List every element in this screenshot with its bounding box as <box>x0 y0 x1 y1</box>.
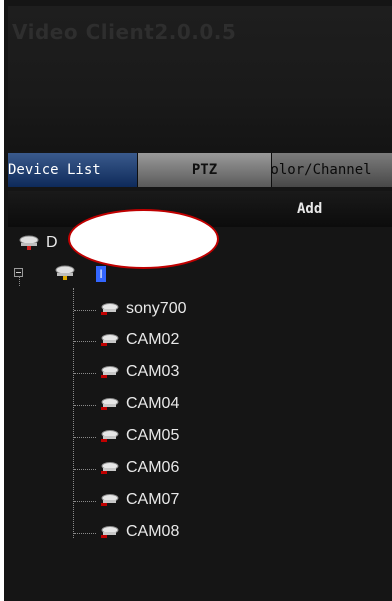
tree-camera[interactable]: sony700 <box>98 296 187 322</box>
camera-icon <box>101 462 119 474</box>
camera-label: CAM06 <box>126 459 180 476</box>
tree-connector <box>74 310 96 311</box>
camera-label: CAM02 <box>126 331 180 348</box>
tree-camera[interactable]: CAM03 <box>98 359 179 385</box>
tab-color-channel-label: Color/Channel <box>272 162 372 178</box>
camera-icon <box>101 366 119 378</box>
tree-connector <box>74 469 96 470</box>
tree-connector <box>74 373 96 374</box>
tree-camera[interactable]: CAM08 <box>98 519 179 545</box>
network-icon <box>55 265 75 280</box>
add-button[interactable]: Add <box>297 201 322 217</box>
tree-camera[interactable]: CAM04 <box>98 391 179 417</box>
camera-icon <box>101 526 119 538</box>
tree-group-label[interactable]: I <box>96 266 106 282</box>
tab-bar: Device List PTZ Color/Channel <box>8 153 392 187</box>
tree-connector <box>74 405 96 406</box>
camera-icon <box>101 494 119 506</box>
camera-label: CAM03 <box>126 363 180 380</box>
device-tree: D I sony700 CAM02 CAM03 CAM04 CAM05 CAM0… <box>8 228 392 601</box>
tree-camera[interactable]: CAM07 <box>98 487 179 513</box>
camera-label: CAM04 <box>126 395 180 412</box>
tree-camera[interactable]: CAM05 <box>98 423 179 449</box>
tree-camera[interactable]: CAM02 <box>98 327 179 353</box>
tree-root-label: D <box>46 234 58 251</box>
network-icon <box>19 235 39 250</box>
redaction-oval <box>68 209 219 269</box>
camera-label: CAM05 <box>126 427 180 444</box>
app-window: Video Client2.0.0.5 Device List PTZ Colo… <box>0 0 392 601</box>
camera-label: CAM08 <box>126 523 180 540</box>
tree-connector <box>74 437 96 438</box>
tab-device-list[interactable]: Device List <box>8 153 138 187</box>
camera-icon <box>101 430 119 442</box>
camera-icon <box>101 398 119 410</box>
tree-connector <box>74 533 96 534</box>
camera-label: sony700 <box>126 300 187 317</box>
camera-icon <box>101 303 119 315</box>
camera-icon <box>101 334 119 346</box>
tree-group[interactable] <box>54 260 82 286</box>
tree-connector <box>74 341 96 342</box>
tree-connector <box>19 276 20 286</box>
tab-ptz[interactable]: PTZ <box>138 153 272 187</box>
camera-label: CAM07 <box>126 491 180 508</box>
tree-connector <box>74 501 96 502</box>
tab-color-channel[interactable]: Color/Channel <box>272 153 392 187</box>
title-bar: Video Client2.0.0.5 <box>8 6 392 151</box>
tree-root[interactable]: D <box>18 230 58 256</box>
tree-camera[interactable]: CAM06 <box>98 455 179 481</box>
window-title: Video Client2.0.0.5 <box>12 20 237 44</box>
